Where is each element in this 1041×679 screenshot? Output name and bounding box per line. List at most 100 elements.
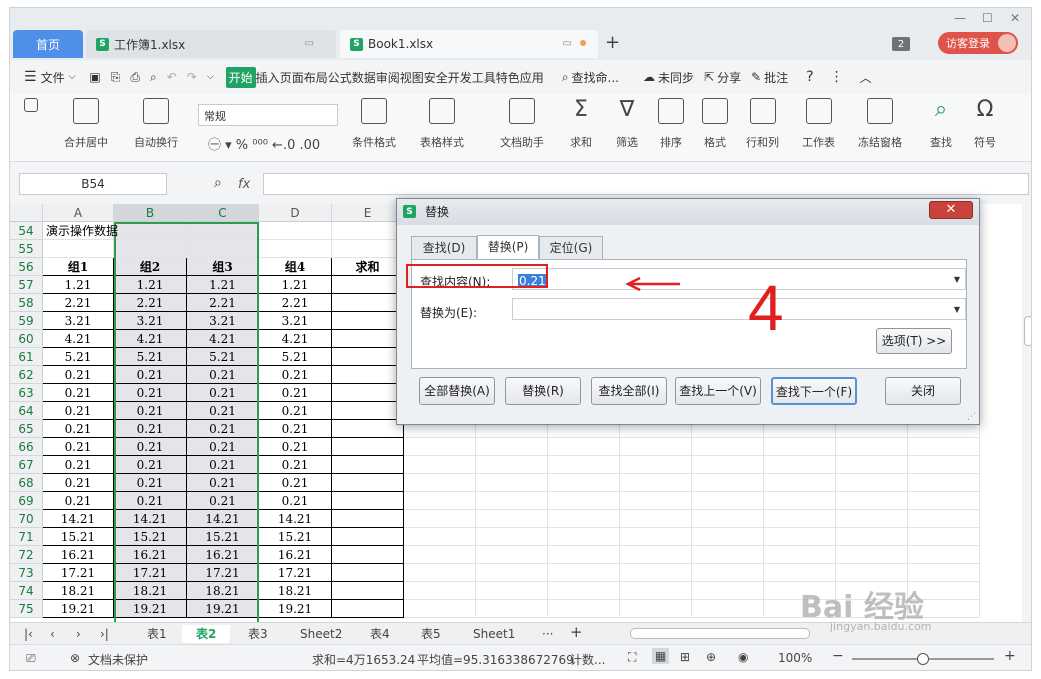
save-icon[interactable]: ▣ [89, 70, 100, 84]
cell[interactable] [908, 474, 980, 492]
cell[interactable] [764, 528, 836, 546]
cell[interactable] [692, 528, 764, 546]
cell[interactable]: 14.21 [43, 510, 114, 528]
normal-view-icon[interactable]: ▦ [652, 648, 670, 664]
sync-status[interactable]: 未同步 [658, 69, 694, 86]
sum-button[interactable]: Σ 求和 [568, 98, 594, 150]
cell[interactable] [692, 510, 764, 528]
share-button[interactable]: 分享 [717, 69, 741, 86]
monitor-icon[interactable]: ▭ [563, 38, 572, 49]
cell[interactable] [332, 330, 404, 348]
cell[interactable]: 0.21 [43, 384, 114, 402]
tab-goto[interactable]: 定位(G) [539, 236, 603, 259]
cell[interactable]: 14.21 [259, 510, 332, 528]
row-col-button[interactable]: 行和列 [746, 98, 779, 150]
cell[interactable] [548, 492, 620, 510]
row-header[interactable]: 67 [10, 456, 43, 474]
cell[interactable] [332, 402, 404, 420]
menu-features[interactable]: 特色应用 [496, 69, 544, 86]
cell[interactable] [620, 510, 692, 528]
cell[interactable] [692, 438, 764, 456]
cell[interactable]: 0.21 [259, 474, 332, 492]
cell[interactable] [836, 546, 908, 564]
eye-protect-icon[interactable]: ◉ [738, 650, 748, 664]
cell[interactable] [548, 582, 620, 600]
more-sheets-icon[interactable]: ··· [542, 625, 553, 643]
cell[interactable] [692, 582, 764, 600]
cell[interactable] [692, 474, 764, 492]
cell[interactable]: 0.21 [259, 384, 332, 402]
cell[interactable] [332, 528, 404, 546]
cell[interactable] [548, 528, 620, 546]
cell[interactable]: 16.21 [43, 546, 114, 564]
select-all-corner[interactable] [10, 204, 43, 222]
cell[interactable] [836, 528, 908, 546]
cell[interactable] [404, 510, 476, 528]
sheet-tab[interactable]: Sheet2 [300, 625, 342, 643]
sheet-tab[interactable]: 表3 [248, 625, 268, 643]
cell[interactable] [332, 222, 404, 240]
menu-view[interactable]: 视图 [400, 69, 424, 86]
cell[interactable] [764, 456, 836, 474]
column-header-c[interactable]: C [187, 204, 259, 222]
cell[interactable]: 15.21 [259, 528, 332, 546]
cell[interactable] [620, 474, 692, 492]
tab-replace[interactable]: 替换(P) [477, 235, 539, 259]
cell[interactable]: 演示操作数据 [43, 222, 118, 240]
cell[interactable] [332, 420, 404, 438]
window-count-badge[interactable]: 2 [892, 37, 910, 51]
scroll-thumb[interactable] [1024, 316, 1031, 346]
cell[interactable] [836, 510, 908, 528]
cell[interactable] [404, 582, 476, 600]
cell[interactable]: 15.21 [43, 528, 114, 546]
cell[interactable] [764, 474, 836, 492]
print-icon[interactable]: ⎙ [130, 70, 140, 85]
cell[interactable] [332, 294, 404, 312]
cell[interactable] [259, 222, 332, 240]
add-sheet-icon[interactable]: + [570, 623, 583, 641]
annotate-button[interactable]: 批注 [764, 69, 788, 86]
cell[interactable] [404, 492, 476, 510]
cell[interactable] [332, 564, 404, 582]
menu-security[interactable]: 安全 [424, 69, 448, 86]
cell[interactable]: 19.21 [259, 600, 332, 618]
row-header[interactable]: 57 [10, 276, 43, 294]
sheet-tab[interactable]: 表4 [370, 625, 390, 643]
number-format-select[interactable]: 常规 [198, 104, 338, 126]
options-button[interactable]: 选项(T) >> [876, 328, 952, 354]
cell[interactable] [476, 456, 548, 474]
cell[interactable]: 0.21 [259, 402, 332, 420]
sheet-tab[interactable]: 表5 [421, 625, 441, 643]
fx-icon[interactable]: fx [238, 177, 250, 192]
tab-home[interactable]: 首页 [13, 30, 83, 58]
zoom-in-icon[interactable]: + [1004, 648, 1016, 664]
cell[interactable]: 0.21 [43, 456, 114, 474]
cell[interactable]: 0.21 [43, 492, 114, 510]
cell[interactable]: 16.21 [259, 546, 332, 564]
cell[interactable] [548, 456, 620, 474]
cell[interactable]: 18.21 [43, 582, 114, 600]
row-header[interactable]: 68 [10, 474, 43, 492]
cell[interactable]: 0.21 [259, 420, 332, 438]
cell[interactable]: 0.21 [43, 366, 114, 384]
sort-button[interactable]: 排序 [658, 98, 684, 150]
cell[interactable]: 0.21 [43, 474, 114, 492]
cell[interactable]: 19.21 [43, 600, 114, 618]
wrap-text-button[interactable]: 自动换行 [134, 98, 178, 150]
currency-icon[interactable]: ㊀ ▾ % ⁰⁰⁰ ←.0 .00 [208, 134, 320, 153]
merge-center-button[interactable]: 合并居中 [64, 98, 108, 150]
cell[interactable]: 18.21 [259, 582, 332, 600]
cell[interactable] [404, 600, 476, 618]
cell[interactable] [476, 546, 548, 564]
row-header[interactable]: 55 [10, 240, 43, 258]
row-header[interactable]: 54 [10, 222, 43, 240]
input-mode-icon[interactable]: ⎚ [26, 651, 36, 666]
cell[interactable] [476, 438, 548, 456]
row-header[interactable]: 65 [10, 420, 43, 438]
cell[interactable] [908, 564, 980, 582]
cell[interactable] [476, 528, 548, 546]
menu-review[interactable]: 审阅 [376, 69, 400, 86]
cell[interactable] [764, 546, 836, 564]
cell[interactable] [620, 582, 692, 600]
prev-sheet-icon[interactable]: ‹ [50, 625, 55, 643]
